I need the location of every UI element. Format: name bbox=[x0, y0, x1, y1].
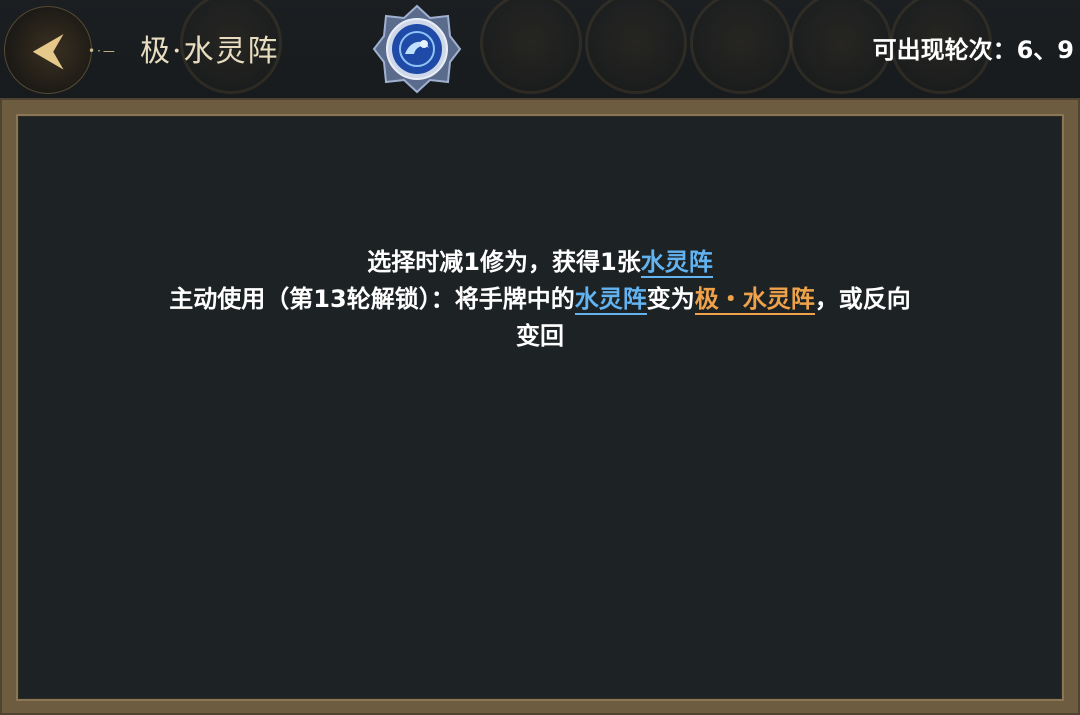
keyword-water-spirit-array[interactable]: 水灵阵 bbox=[640, 248, 713, 278]
back-arrow-icon: ⮜ bbox=[33, 27, 63, 73]
top-bar: ⮜ •·— 极·水灵阵 可出现轮次：6、9 bbox=[0, 0, 1080, 98]
description-panel bbox=[16, 114, 1064, 701]
water-spirit-array-emblem-icon bbox=[372, 4, 462, 94]
keyword-water-spirit-array[interactable]: 水灵阵 bbox=[574, 285, 647, 315]
rounds-available-label: 可出现轮次：6、9 bbox=[872, 36, 1074, 64]
keyword-ultimate-water-spirit-array[interactable]: 极・水灵阵 bbox=[694, 285, 815, 315]
title-decoration: •·— bbox=[88, 44, 117, 58]
background-medal bbox=[690, 0, 792, 94]
background-medal bbox=[480, 0, 582, 94]
background-medal bbox=[585, 0, 687, 94]
description-panel-frame bbox=[0, 98, 1080, 715]
page-title: 极·水灵阵 bbox=[140, 34, 280, 69]
card-description: 选择时减1修为，获得1张水灵阵 主动使用（第13轮解锁）：将手牌中的水灵阵变为极… bbox=[40, 244, 1040, 355]
back-button[interactable]: ⮜ bbox=[4, 6, 92, 94]
description-line-3: 变回 bbox=[516, 322, 564, 350]
description-line-1: 选择时减1修为，获得1张水灵阵 bbox=[367, 248, 713, 278]
description-line-2: 主动使用（第13轮解锁）：将手牌中的水灵阵变为极・水灵阵，或反向 bbox=[169, 285, 911, 315]
